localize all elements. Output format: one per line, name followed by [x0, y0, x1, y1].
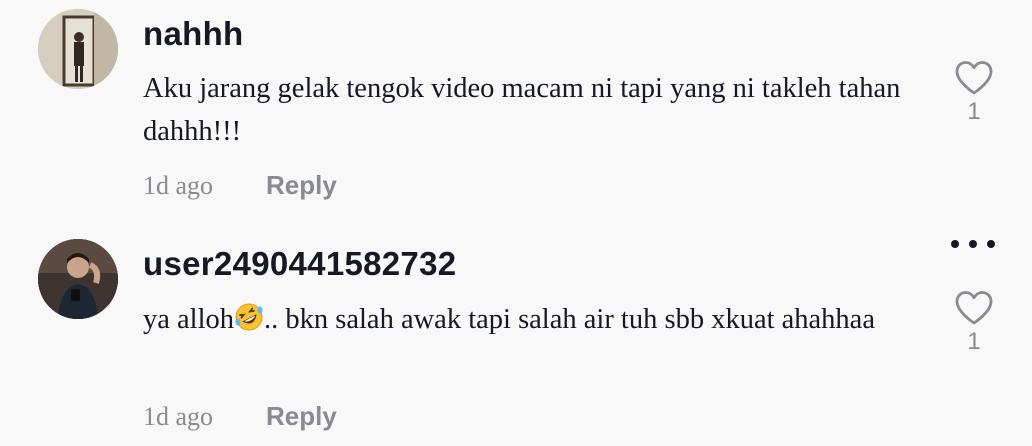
- reply-button[interactable]: Reply: [266, 401, 337, 432]
- like-count: 1: [967, 328, 981, 355]
- reply-button[interactable]: Reply: [266, 170, 337, 201]
- avatar-photo: [38, 239, 118, 319]
- comment-timestamp: 1d ago: [143, 402, 214, 431]
- more-dot: [969, 240, 977, 248]
- commenter-avatar[interactable]: [38, 239, 118, 319]
- more-dot: [987, 240, 995, 248]
- comment-meta: 1d ago Reply: [143, 170, 337, 201]
- comment-text-part: .. bkn salah awak tapi salah air tuh sbb…: [264, 304, 875, 335]
- rolling-on-floor-laughing-emoji: [234, 302, 264, 345]
- comment-text: Aku jarang gelak tengok video macam ni t…: [143, 73, 901, 147]
- comment-username[interactable]: user2490441582732: [143, 245, 456, 283]
- comment-username[interactable]: nahhh: [143, 15, 243, 53]
- comment-item: user2490441582732 ya alloh .. bkn salah a…: [0, 222, 1032, 446]
- commenter-avatar[interactable]: [38, 9, 118, 89]
- like-count: 1: [967, 98, 981, 125]
- comment-text-part: ya alloh: [143, 304, 235, 335]
- comment-meta: 1d ago Reply: [143, 401, 337, 432]
- more-dot: [951, 240, 959, 248]
- heart-outline-icon: [955, 291, 993, 325]
- comment-text: ya alloh .. bkn salah awak tapi salah air…: [143, 298, 933, 345]
- comment-item: nahhh Aku jarang gelak tengok video maca…: [0, 0, 1032, 222]
- like-button[interactable]: 1: [951, 290, 997, 356]
- comment-timestamp: 1d ago: [143, 171, 214, 200]
- heart-outline-icon: [955, 61, 993, 95]
- like-button[interactable]: 1: [951, 60, 997, 126]
- avatar-photo: [38, 9, 118, 89]
- more-options-icon[interactable]: [951, 236, 995, 252]
